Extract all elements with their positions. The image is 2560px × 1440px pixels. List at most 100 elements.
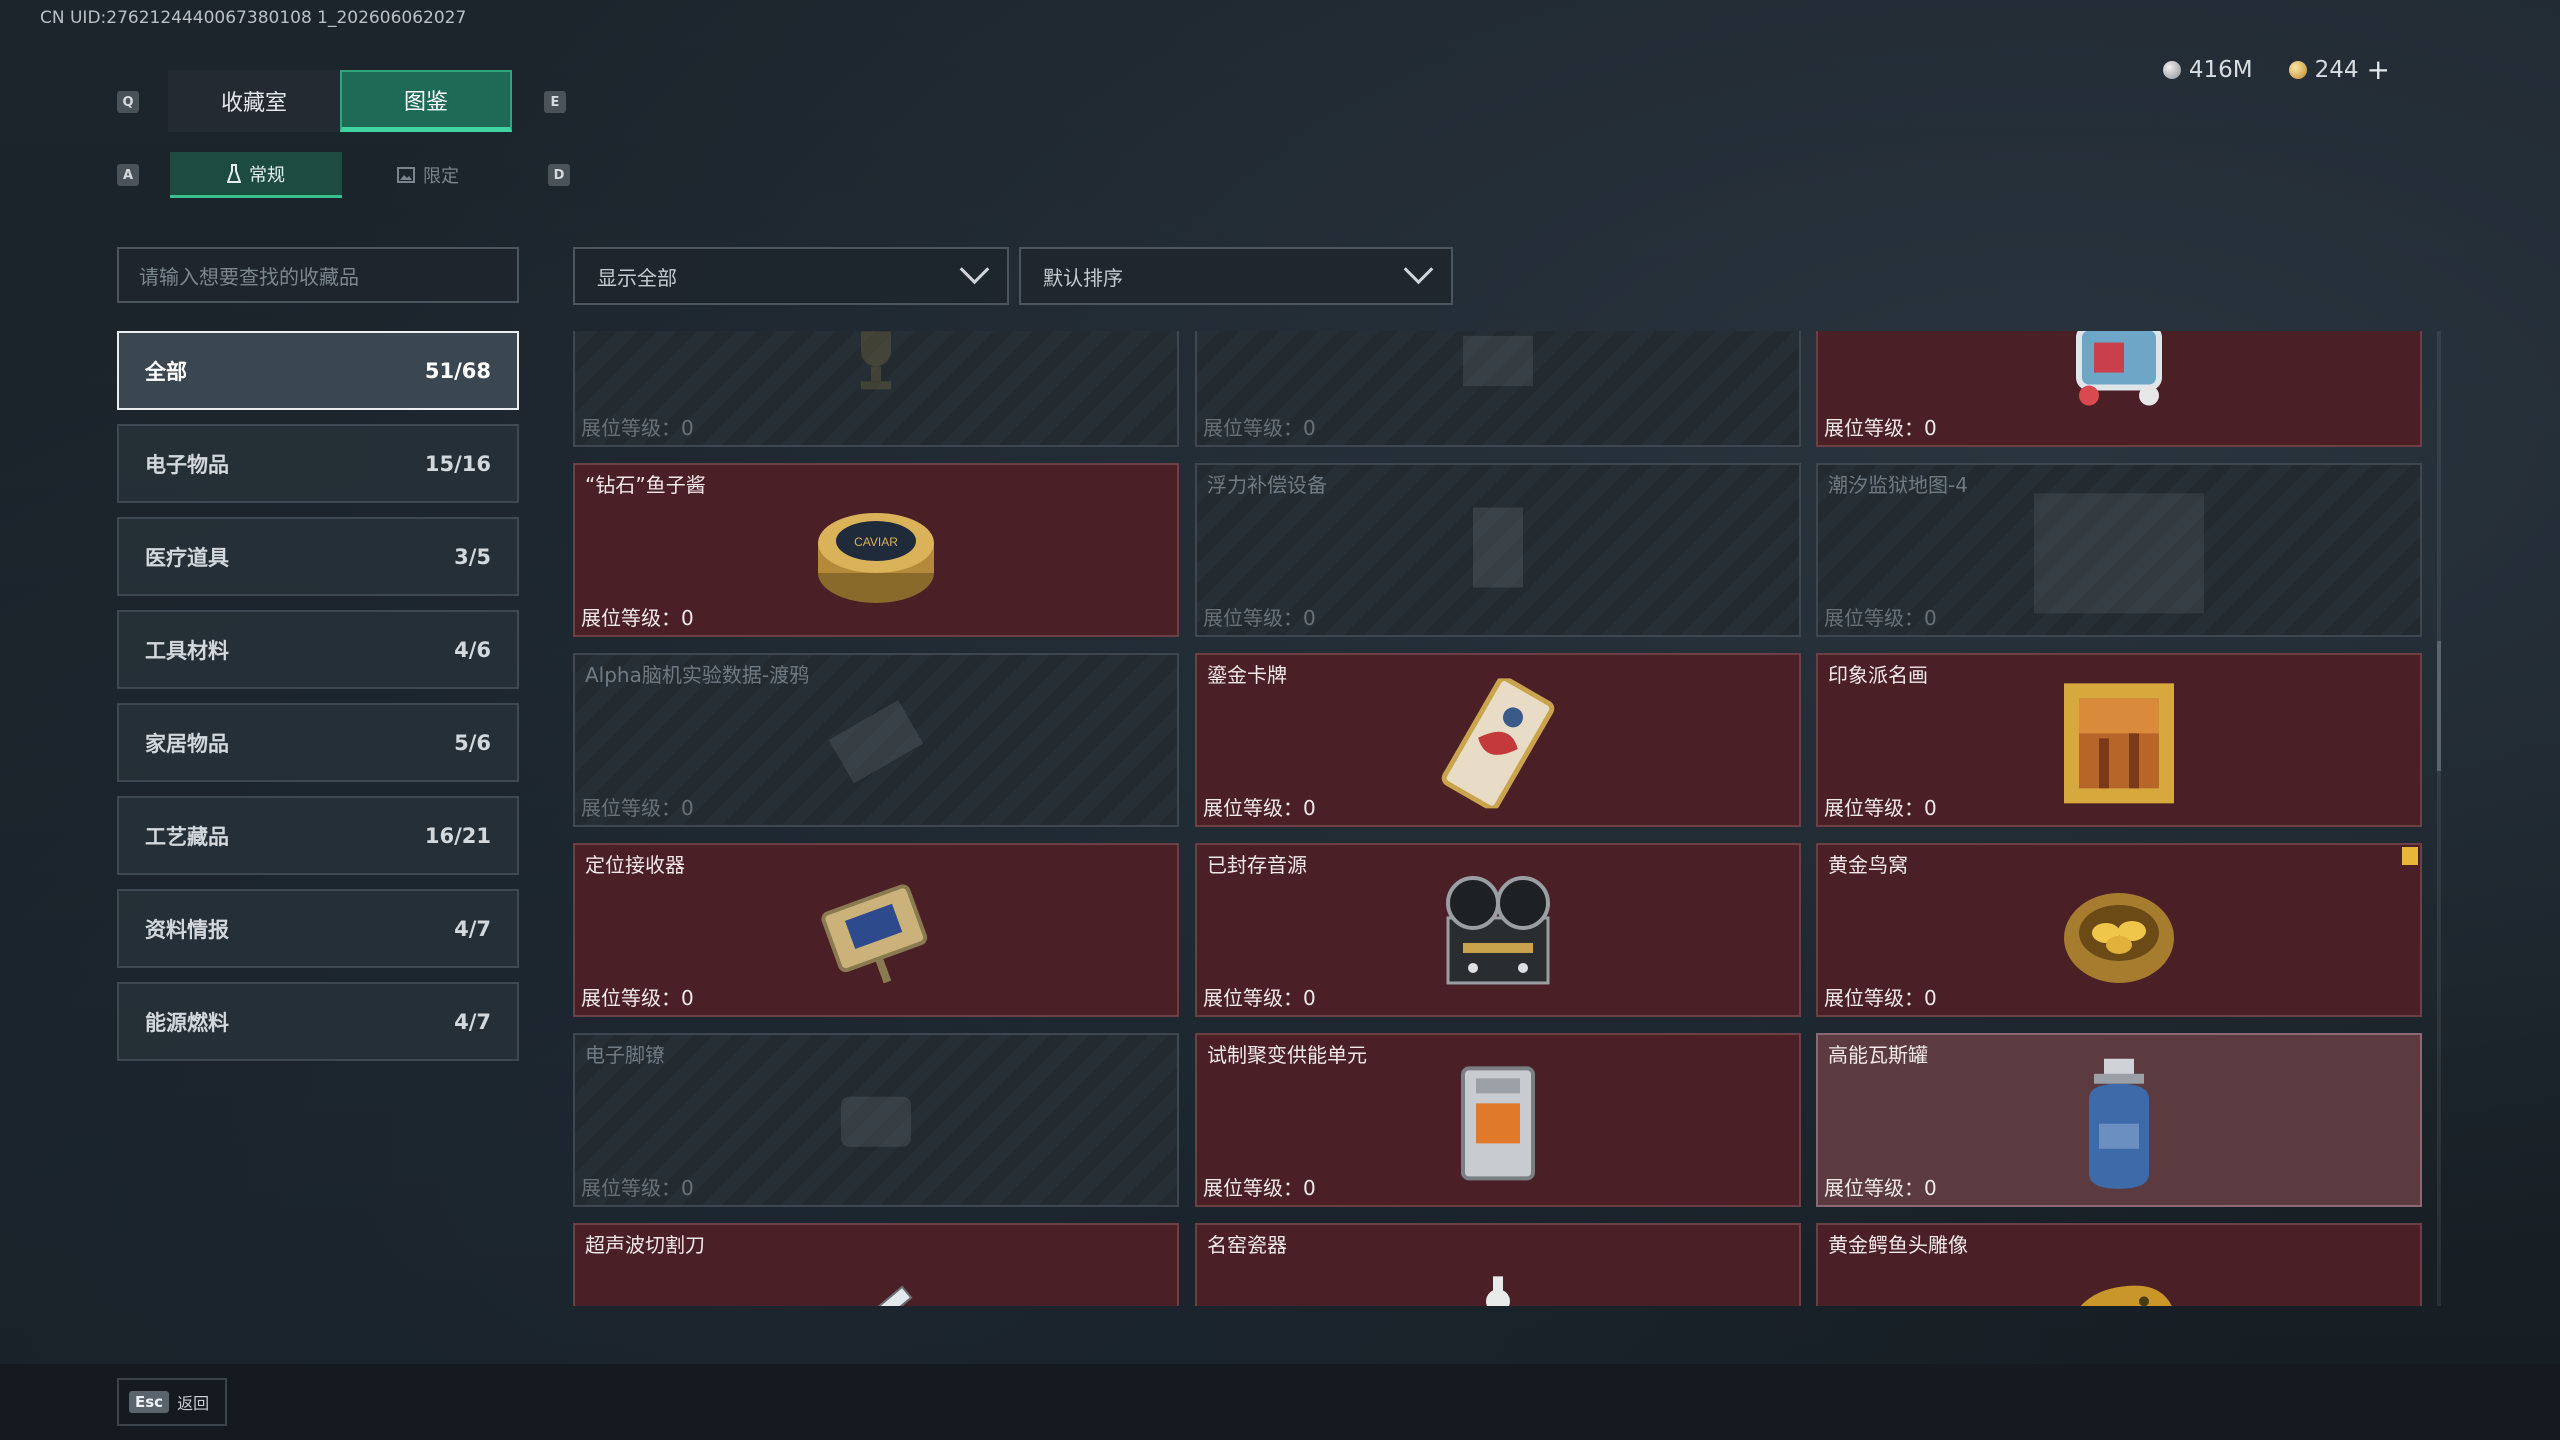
buoyancy-device-icon xyxy=(1458,498,1538,612)
new-flag-icon xyxy=(2402,847,2418,865)
chevron-down-icon xyxy=(1403,254,1434,284)
tab-codex[interactable]: 图鉴 xyxy=(340,70,512,132)
key-hint-q: Q xyxy=(117,91,139,113)
card-name: 超声波切割刀 xyxy=(585,1233,705,1257)
category-count: 51/68 xyxy=(424,358,491,383)
category-count: 4/6 xyxy=(454,637,491,662)
category-item[interactable]: 工艺藏品 16/21 xyxy=(117,796,519,875)
uid-text: CN UID:2762124440067380108 1_20260606202… xyxy=(40,8,467,28)
card-name: 黄金鸟窝 xyxy=(1828,853,1908,877)
collection-card[interactable]: 黄金鸟窝展位等级：0 xyxy=(1816,843,2422,1017)
card-name: 潮汐监狱地图-4 xyxy=(1828,473,1968,497)
card-name: 试制聚变供能单元 xyxy=(1207,1043,1367,1067)
currency-bar: 416M 244 + xyxy=(2162,56,2390,84)
grid-scrollbar[interactable] xyxy=(2437,331,2441,1306)
sort-dropdown-value: 默认排序 xyxy=(1043,265,1123,290)
category-label: 工具材料 xyxy=(145,638,229,663)
ankle-monitor-icon xyxy=(821,1077,931,1171)
collection-card[interactable]: 潮汐监狱地图-4 展位等级：0 xyxy=(1816,463,2422,637)
porcelain-icon xyxy=(1463,1271,1533,1306)
toy-vehicle-icon xyxy=(2049,331,2189,422)
silver-amount: 416M xyxy=(2188,57,2253,83)
subtab-regular-label: 常规 xyxy=(249,164,285,186)
tab-collection-room[interactable]: 收藏室 xyxy=(168,70,340,132)
chevron-down-icon xyxy=(959,254,990,284)
collection-card[interactable]: CAVIAR “钻石”鱼子酱 展位等级：0 xyxy=(573,463,1179,637)
card-level: 展位等级：0 xyxy=(581,1176,694,1200)
category-item[interactable]: 全部 51/68 xyxy=(117,331,519,410)
search-input[interactable]: 请输入想要查找的收藏品 xyxy=(117,247,519,303)
collection-card[interactable]: 已封存音源 展位等级：0 xyxy=(1195,843,1801,1017)
category-label: 家居物品 xyxy=(145,731,229,756)
golden-nest-icon xyxy=(2054,873,2184,997)
card-name: 鎏金卡牌 xyxy=(1207,663,1287,687)
collection-card[interactable]: 超声波切割刀展位等级：0 xyxy=(573,1223,1179,1306)
subtab-limited-label: 限定 xyxy=(423,166,459,187)
sort-dropdown[interactable]: 默认排序 xyxy=(1019,247,1453,305)
card-level: 展位等级：0 xyxy=(1824,796,1937,820)
back-button[interactable]: Esc 返回 xyxy=(117,1378,227,1426)
card-name: 名窑瓷器 xyxy=(1207,1233,1287,1257)
collection-card[interactable]: 展位等级：0 xyxy=(1195,331,1801,447)
gold-currency: 244 + xyxy=(2288,56,2390,84)
card-level: 展位等级：0 xyxy=(581,986,694,1010)
collection-card[interactable]: 电子脚镣 展位等级：0 xyxy=(573,1033,1179,1207)
category-label: 资料情报 xyxy=(145,917,229,942)
card-name: 定位接收器 xyxy=(585,853,685,877)
card-name: “钻石”鱼子酱 xyxy=(585,473,706,497)
category-item[interactable]: 能源燃料 4/7 xyxy=(117,982,519,1061)
card-level: 展位等级：0 xyxy=(1203,606,1316,630)
collection-card[interactable]: 印象派名画展位等级：0 xyxy=(1816,653,2422,827)
trophy-icon xyxy=(836,331,916,405)
collection-card[interactable]: 展位等级：0 xyxy=(1816,331,2422,447)
card-name: Alpha脑机实验数据-渡鸦 xyxy=(585,663,810,687)
add-currency-button[interactable]: + xyxy=(2367,56,2390,84)
category-label: 电子物品 xyxy=(145,452,229,477)
filter-dropdown[interactable]: 显示全部 xyxy=(573,247,1009,305)
collection-card[interactable]: 试制聚变供能单元 展位等级：0 xyxy=(1195,1033,1801,1207)
category-count: 16/21 xyxy=(424,823,491,848)
category-item[interactable]: 工具材料 4/6 xyxy=(117,610,519,689)
flask-icon xyxy=(227,163,241,183)
collection-card[interactable]: 鎏金卡牌 展位等级：0 xyxy=(1195,653,1801,827)
bottom-bar xyxy=(0,1364,2560,1440)
image-frame-icon xyxy=(397,167,415,183)
category-item[interactable]: 家居物品 5/6 xyxy=(117,703,519,782)
map-icon xyxy=(2029,488,2209,622)
category-label: 医疗道具 xyxy=(145,545,229,570)
caviar-tin-text: CAVIAR xyxy=(854,535,898,549)
category-count: 5/6 xyxy=(454,730,491,755)
card-level: 展位等级：0 xyxy=(1824,986,1937,1010)
gold-coin-icon xyxy=(2288,61,2307,79)
category-count: 3/5 xyxy=(454,544,491,569)
caviar-tin-icon: CAVIAR xyxy=(811,493,941,617)
key-hint-a: A xyxy=(117,164,139,186)
category-item[interactable]: 医疗道具 3/5 xyxy=(117,517,519,596)
crate-icon xyxy=(1453,331,1543,400)
back-label: 返回 xyxy=(177,1394,210,1413)
card-name: 印象派名画 xyxy=(1828,663,1928,687)
collection-card[interactable]: 黄金鳄鱼头雕像展位等级：0 xyxy=(1816,1223,2422,1306)
subtab-limited[interactable]: 限定 xyxy=(342,152,514,198)
category-item[interactable]: 资料情报 4/7 xyxy=(117,889,519,968)
framed-painting-icon xyxy=(2059,678,2179,812)
esc-key-hint: Esc xyxy=(129,1391,170,1413)
gilded-card-icon xyxy=(1438,676,1558,812)
silver-currency: 416M xyxy=(2162,57,2253,83)
data-drive-icon xyxy=(816,697,936,791)
collection-card[interactable]: 展位等级：0 xyxy=(573,331,1179,447)
scrollbar-thumb[interactable] xyxy=(2437,641,2441,771)
collection-card[interactable]: 高能瓦斯罐 展位等级：0 xyxy=(1816,1033,2422,1207)
category-label: 能源燃料 xyxy=(145,1010,229,1035)
collection-card[interactable]: 名窑瓷器展位等级：0 xyxy=(1195,1223,1801,1306)
collection-card[interactable]: Alpha脑机实验数据-渡鸦 展位等级：0 xyxy=(573,653,1179,827)
card-level: 展位等级：0 xyxy=(1203,416,1316,440)
collection-card[interactable]: 定位接收器展位等级：0 xyxy=(573,843,1179,1017)
card-level: 展位等级：0 xyxy=(1824,416,1937,440)
category-item[interactable]: 电子物品 15/16 xyxy=(117,424,519,503)
gold-croc-head-icon xyxy=(2054,1271,2184,1306)
sub-tabs: 常规 限定 xyxy=(170,152,514,198)
subtab-regular[interactable]: 常规 xyxy=(170,152,342,198)
collection-card[interactable]: 浮力补偿设备 展位等级：0 xyxy=(1195,463,1801,637)
category-label: 全部 xyxy=(145,359,187,384)
